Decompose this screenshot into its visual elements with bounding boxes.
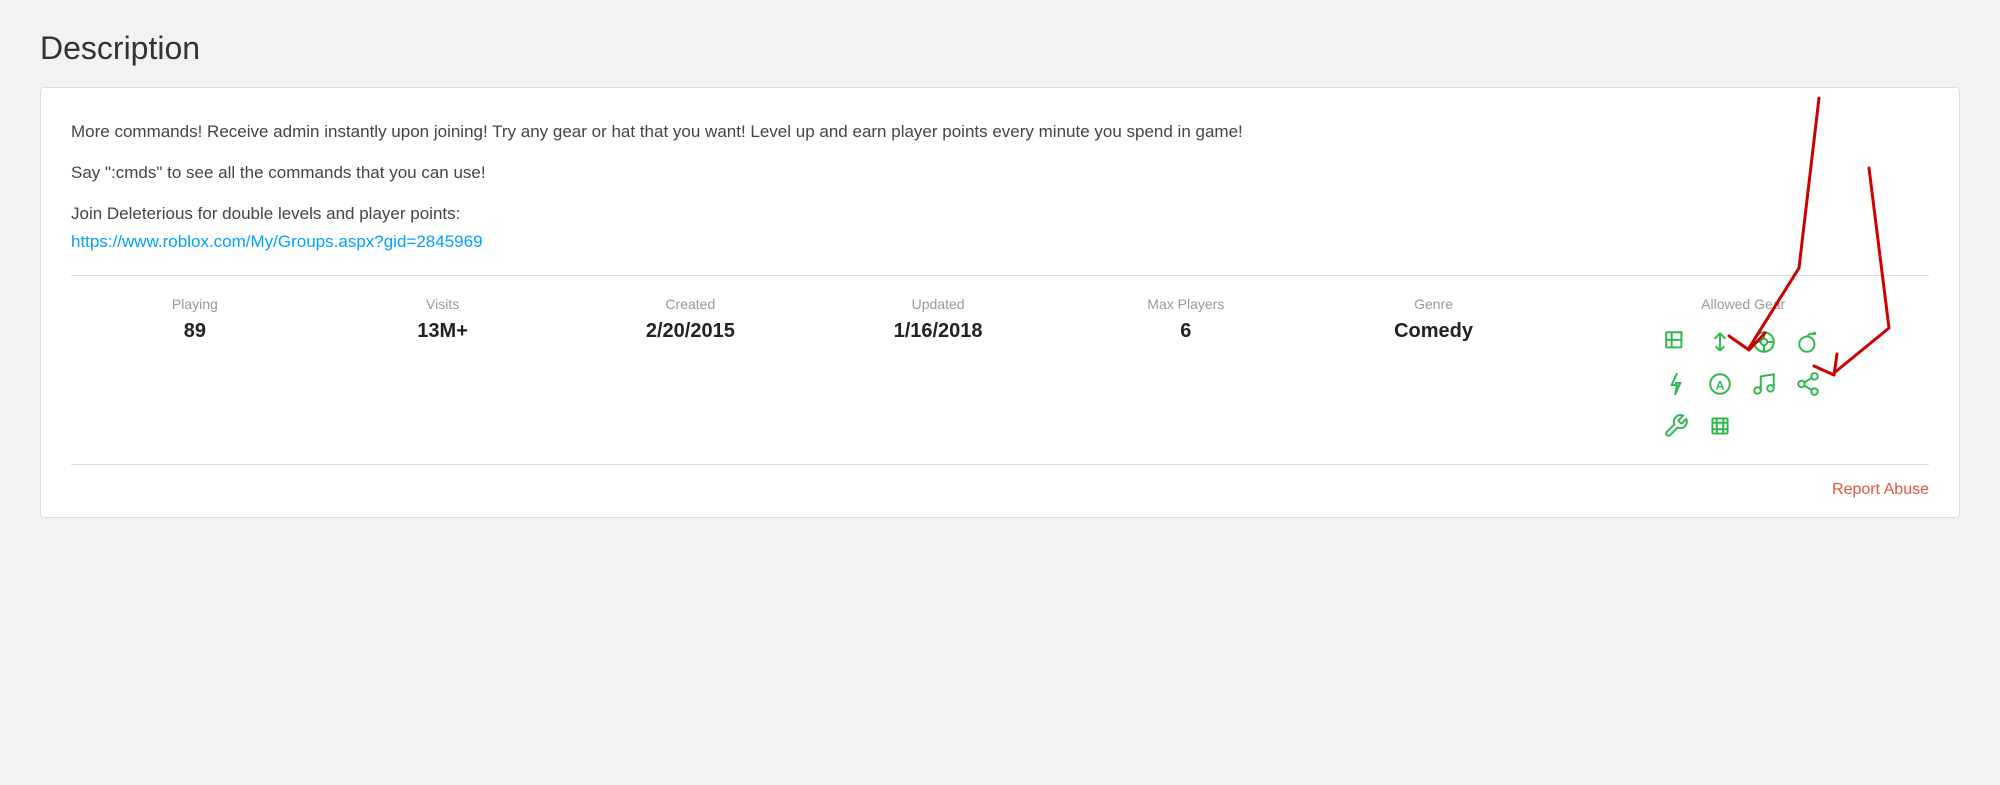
playing-label: Playing	[71, 296, 319, 312]
description-card: More commands! Receive admin instantly u…	[40, 87, 1960, 518]
power-icon	[1658, 366, 1694, 402]
visits-label: Visits	[319, 296, 567, 312]
stat-created: Created 2/20/2015	[566, 296, 814, 343]
stat-genre: Genre Comedy	[1310, 296, 1558, 343]
description-paragraph1: More commands! Receive admin instantly u…	[71, 118, 1929, 145]
explosive-icon	[1790, 324, 1826, 360]
stats-row: Playing 89 Visits 13M+ Created 2/20/2015…	[71, 276, 1929, 465]
report-abuse-button[interactable]: Report Abuse	[1832, 481, 1929, 499]
ranged-icon	[1702, 324, 1738, 360]
stat-playing: Playing 89	[71, 296, 319, 343]
updated-label: Updated	[814, 296, 1062, 312]
playing-value: 89	[71, 320, 319, 343]
music-icon	[1746, 366, 1782, 402]
navigation-icon	[1746, 324, 1782, 360]
page-title: Description	[40, 30, 1960, 67]
genre-label: Genre	[1310, 296, 1558, 312]
build-icon	[1658, 408, 1694, 444]
description-paragraph3: Join Deleterious for double levels and p…	[71, 200, 1929, 254]
gear-icons-grid: A	[1658, 324, 1828, 444]
group-link[interactable]: https://www.roblox.com/My/Groups.aspx?gi…	[71, 232, 483, 251]
description-paragraph2: Say ":cmds" to see all the commands that…	[71, 159, 1929, 186]
updated-value: 1/16/2018	[814, 320, 1062, 343]
max-players-label: Max Players	[1062, 296, 1310, 312]
description-body: More commands! Receive admin instantly u…	[71, 118, 1929, 255]
navigation2-icon: A	[1702, 366, 1738, 402]
stat-max-players: Max Players 6	[1062, 296, 1310, 343]
created-value: 2/20/2015	[566, 320, 814, 343]
social-icon	[1790, 366, 1826, 402]
transport-icon	[1702, 408, 1738, 444]
report-row: Report Abuse	[71, 465, 1929, 517]
stat-updated: Updated 1/16/2018	[814, 296, 1062, 343]
allowed-gear-label: Allowed Gear	[1557, 296, 1929, 312]
created-label: Created	[566, 296, 814, 312]
genre-value: Comedy	[1310, 320, 1558, 343]
svg-text:A: A	[1716, 378, 1725, 392]
melee-icon	[1658, 324, 1694, 360]
stat-allowed-gear: Allowed Gear	[1557, 296, 1929, 444]
max-players-value: 6	[1062, 320, 1310, 343]
stat-visits: Visits 13M+	[319, 296, 567, 343]
visits-value: 13M+	[319, 320, 567, 343]
